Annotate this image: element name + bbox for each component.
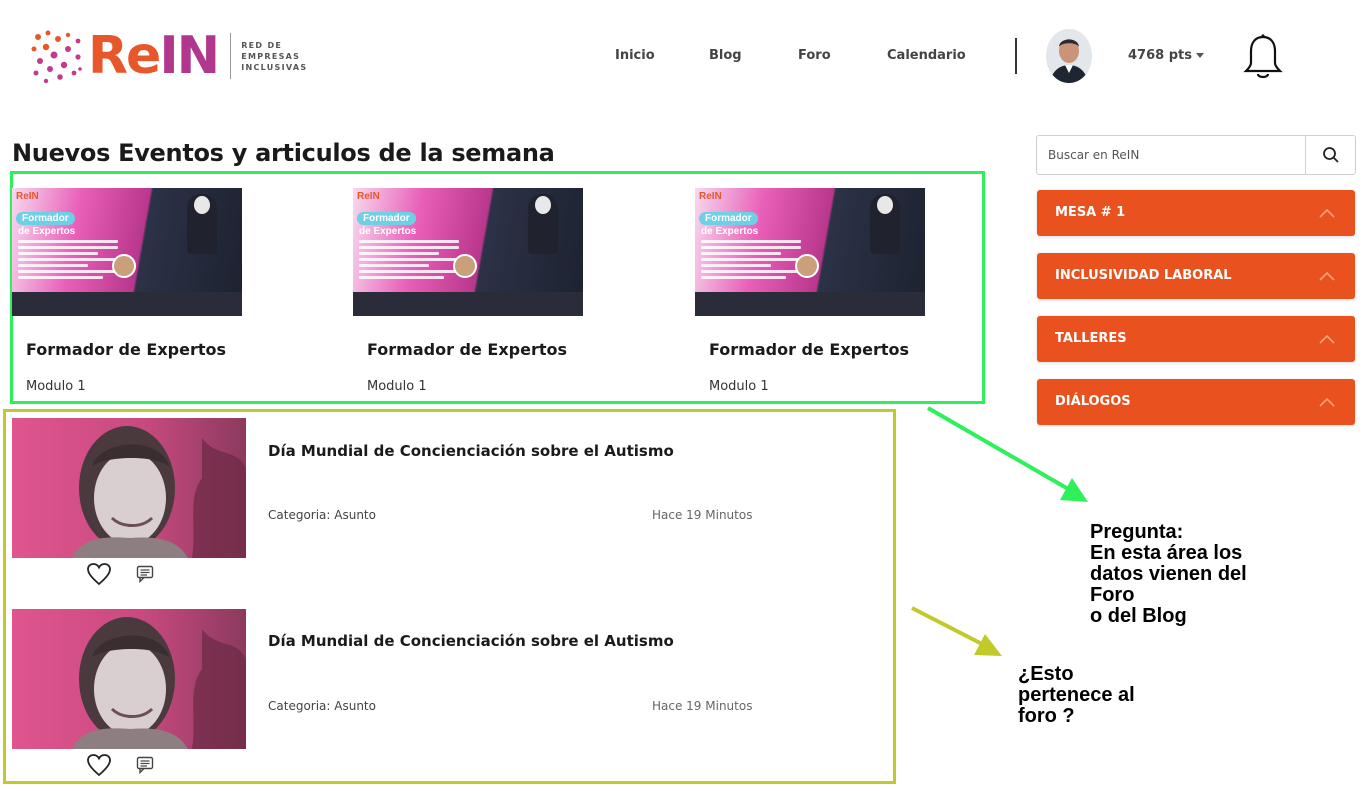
post-image[interactable] bbox=[12, 609, 246, 749]
post-category: Categoria: Asunto bbox=[268, 508, 376, 522]
accordion-mesa-1[interactable]: MESA # 1 bbox=[1037, 190, 1355, 236]
user-points[interactable]: 4768 pts bbox=[1128, 48, 1192, 63]
annotation-question-source: Pregunta: En esta área los datos vienen … bbox=[1090, 521, 1247, 627]
event-card[interactable]: ReIN Formador de Expertos Formador de Ex… bbox=[695, 188, 927, 394]
thumb-text-lines bbox=[701, 240, 801, 282]
post-photo-icon bbox=[12, 418, 246, 558]
event-card[interactable]: ReIN Formador de Expertos Formador de Ex… bbox=[12, 188, 244, 394]
event-title[interactable]: Formador de Expertos bbox=[709, 340, 927, 359]
thumb-logo: ReIN bbox=[357, 191, 380, 202]
thumb-badge: Formador bbox=[699, 212, 758, 225]
thumb-heading: de Expertos bbox=[701, 226, 759, 237]
thumb-footer-strip bbox=[353, 292, 583, 316]
search-input[interactable] bbox=[1037, 136, 1305, 174]
yellow-arrow-line bbox=[911, 606, 985, 647]
event-thumbnail[interactable]: ReIN Formador de Expertos bbox=[12, 188, 242, 316]
thumb-text-lines bbox=[18, 240, 118, 282]
event-thumbnail[interactable]: ReIN Formador de Expertos bbox=[353, 188, 583, 316]
annotation-question-forum: ¿Esto pertenece al foro ? bbox=[1018, 663, 1135, 727]
chevron-up-icon bbox=[1319, 334, 1335, 344]
thumb-person-head bbox=[194, 196, 210, 214]
nav-calendario[interactable]: Calendario bbox=[887, 48, 966, 63]
user-avatar[interactable] bbox=[1046, 29, 1092, 83]
chevron-up-icon bbox=[1319, 271, 1335, 281]
logo-dots-icon bbox=[31, 30, 82, 84]
bell-icon[interactable] bbox=[1242, 33, 1284, 81]
chevron-up-icon bbox=[1319, 208, 1335, 218]
thumb-badge: Formador bbox=[16, 212, 75, 225]
thumb-logo: ReIN bbox=[699, 191, 722, 202]
avatar-photo-icon bbox=[1046, 29, 1092, 83]
accordion-label: DIÁLOGOS bbox=[1055, 394, 1131, 409]
nav-separator bbox=[1015, 38, 1017, 74]
thumb-heading: de Expertos bbox=[359, 226, 417, 237]
post-title[interactable]: Día Mundial de Concienciación sobre el A… bbox=[268, 442, 674, 460]
event-subtitle: Modulo 1 bbox=[26, 379, 86, 394]
comment-icon[interactable] bbox=[136, 756, 154, 774]
event-title[interactable]: Formador de Expertos bbox=[26, 340, 244, 359]
nav-blog[interactable]: Blog bbox=[709, 48, 742, 63]
event-card[interactable]: ReIN Formador de Expertos Formador de Ex… bbox=[353, 188, 585, 394]
comment-icon[interactable] bbox=[136, 565, 154, 583]
post-time: Hace 19 Minutos bbox=[652, 508, 753, 522]
accordion-dialogos[interactable]: DIÁLOGOS bbox=[1037, 379, 1355, 425]
logo-tagline: RED DE EMPRESAS INCLUSIVAS bbox=[241, 40, 308, 72]
post-time: Hace 19 Minutos bbox=[652, 699, 753, 713]
thumb-badge: Formador bbox=[357, 212, 416, 225]
post-image[interactable] bbox=[12, 418, 246, 558]
heart-icon[interactable] bbox=[86, 562, 112, 586]
search-icon bbox=[1322, 147, 1339, 163]
thumb-person-head bbox=[877, 196, 893, 214]
post-title[interactable]: Día Mundial de Concienciación sobre el A… bbox=[268, 632, 674, 650]
logo-wordmark: ReIN bbox=[88, 26, 220, 86]
accordion-label: TALLERES bbox=[1055, 331, 1127, 346]
event-subtitle: Modulo 1 bbox=[709, 379, 769, 394]
chevron-up-icon bbox=[1319, 397, 1335, 407]
nav-inicio[interactable]: Inicio bbox=[615, 48, 655, 63]
thumb-text-lines bbox=[359, 240, 459, 282]
heart-icon[interactable] bbox=[86, 753, 112, 777]
accordion-label: MESA # 1 bbox=[1055, 205, 1126, 220]
points-dropdown-caret-icon[interactable] bbox=[1196, 53, 1204, 58]
accordion-inclusividad-laboral[interactable]: INCLUSIVIDAD LABORAL bbox=[1037, 253, 1355, 299]
rein-logo[interactable]: ReIN RED DE EMPRESAS INCLUSIVAS bbox=[28, 26, 307, 86]
search-bar bbox=[1036, 135, 1356, 175]
event-subtitle: Modulo 1 bbox=[367, 379, 427, 394]
event-title[interactable]: Formador de Expertos bbox=[367, 340, 585, 359]
thumb-person-head bbox=[535, 196, 551, 214]
thumb-speaker-photo bbox=[112, 254, 136, 278]
accordion-talleres[interactable]: TALLERES bbox=[1037, 316, 1355, 362]
thumb-speaker-photo bbox=[795, 254, 819, 278]
thumb-heading: de Expertos bbox=[18, 226, 76, 237]
logo-divider bbox=[230, 33, 232, 79]
thumb-logo: ReIN bbox=[16, 191, 39, 202]
post-category: Categoria: Asunto bbox=[268, 699, 376, 713]
yellow-arrow-head bbox=[974, 634, 1002, 656]
thumb-footer-strip bbox=[695, 292, 925, 316]
event-thumbnail[interactable]: ReIN Formador de Expertos bbox=[695, 188, 925, 316]
thumb-speaker-photo bbox=[453, 254, 477, 278]
page-title: Nuevos Eventos y articulos de la semana bbox=[12, 139, 555, 167]
post-photo-icon bbox=[12, 609, 246, 749]
search-button[interactable] bbox=[1305, 136, 1355, 174]
green-arrow-head bbox=[1060, 478, 1088, 502]
thumb-footer-strip bbox=[12, 292, 242, 316]
nav-foro[interactable]: Foro bbox=[798, 48, 831, 63]
accordion-label: INCLUSIVIDAD LABORAL bbox=[1055, 268, 1232, 283]
